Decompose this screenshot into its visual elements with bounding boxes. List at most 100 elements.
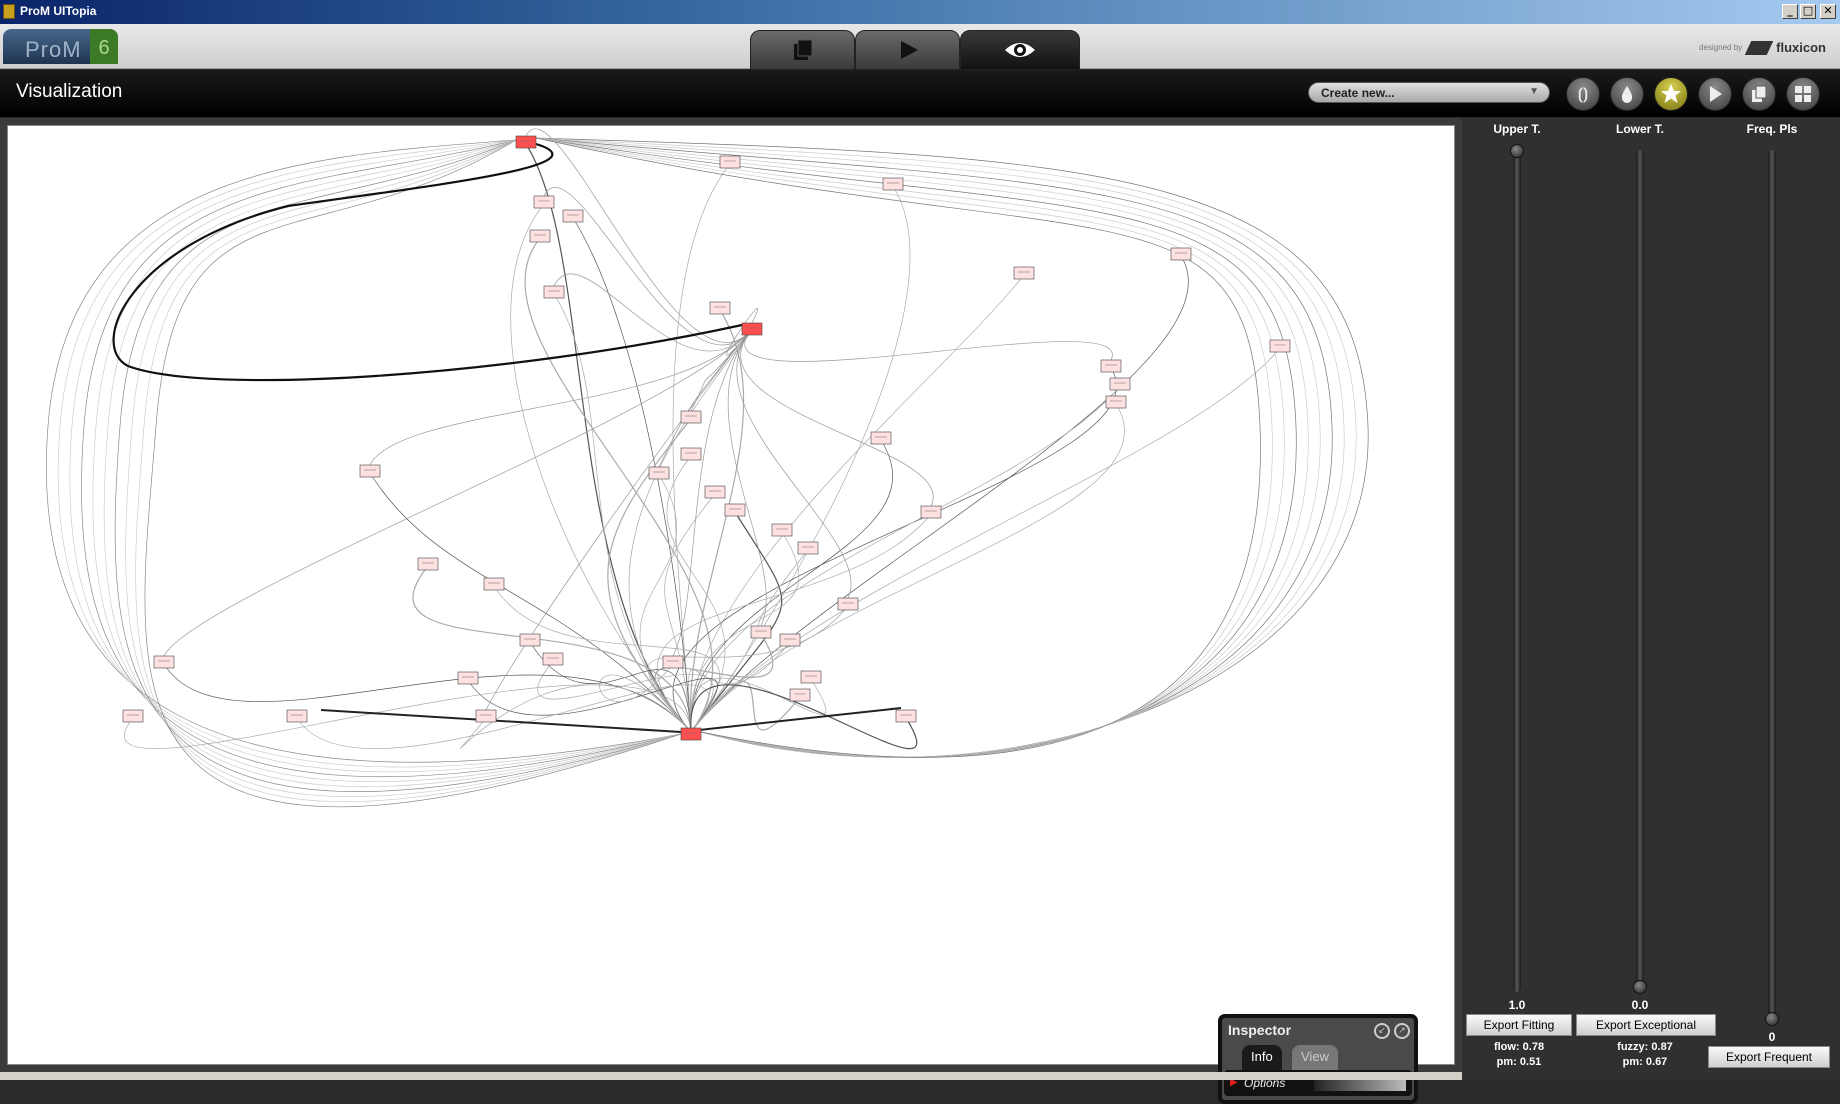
graph-node xyxy=(741,322,763,336)
graph-edge xyxy=(535,137,1369,758)
graph-node xyxy=(662,655,684,669)
graph-edge xyxy=(744,328,1113,362)
inspector-tab-info[interactable]: Info xyxy=(1242,1045,1282,1071)
slider-value: 1.0 xyxy=(1508,998,1526,1012)
grid-button[interactable] xyxy=(1786,77,1820,111)
tab-workspace[interactable] xyxy=(750,30,855,70)
page-title: Visualization xyxy=(16,81,123,102)
close-button[interactable]: ✕ xyxy=(1820,4,1836,19)
favorite-button[interactable] xyxy=(1654,77,1688,111)
chevron-down-icon: ▼ xyxy=(1529,86,1539,97)
logo-text: ProM xyxy=(25,37,82,62)
graph-node xyxy=(680,727,702,741)
create-new-label: Create new... xyxy=(1321,86,1395,100)
slider-knob[interactable] xyxy=(1765,1012,1779,1026)
graph-node xyxy=(417,557,439,571)
slider-knob[interactable] xyxy=(1633,980,1647,994)
graph-node xyxy=(709,301,731,315)
graph-edge xyxy=(525,143,692,733)
graph-node xyxy=(286,709,308,723)
designed-by-text: designed by xyxy=(1699,43,1743,52)
graph-node xyxy=(475,709,497,723)
window-title-bar: ProM UITopia _ □ ✕ xyxy=(0,0,1840,24)
tab-actions[interactable] xyxy=(855,30,960,70)
inspector-collapse-icon[interactable]: ↙ xyxy=(1374,1023,1390,1039)
graph-node xyxy=(680,410,702,424)
inspector-detach-icon[interactable]: ↗ xyxy=(1394,1023,1410,1039)
filter-side-panel: Upper T. 1.0 Lower T. 0.0 Freq. Pls 0 Ex… xyxy=(1462,118,1840,1080)
graph-node xyxy=(724,503,746,517)
slider-track[interactable] xyxy=(1768,150,1776,1024)
fluxicon-logo-icon xyxy=(1744,40,1774,55)
slider-label: Lower T. xyxy=(1615,122,1664,136)
process-graph[interactable] xyxy=(8,126,1455,1065)
graph-node xyxy=(562,209,584,223)
drop-button[interactable] xyxy=(1610,77,1644,111)
graph-node xyxy=(519,633,541,647)
maximize-button[interactable]: □ xyxy=(1800,4,1816,19)
graph-edge xyxy=(69,139,682,773)
star-icon xyxy=(1661,84,1681,103)
create-new-select[interactable]: Create new... ▼ xyxy=(1308,82,1550,103)
copy-button[interactable] xyxy=(1742,77,1776,111)
prom-logo: ProM 6 xyxy=(3,29,118,64)
graph-edge xyxy=(690,403,1125,733)
tab-views[interactable] xyxy=(960,30,1080,70)
slider-label: Freq. Pls xyxy=(1746,122,1798,136)
pm-metric-exceptional: pm: 0.67 xyxy=(1622,1056,1668,1068)
graph-node xyxy=(797,541,819,555)
graph-node xyxy=(750,625,772,639)
graph-node xyxy=(779,633,801,647)
lower-threshold-slider[interactable]: Lower T. 0.0 xyxy=(1585,118,1695,1078)
app-header: ProM 6 designed by fluxicon xyxy=(0,24,1840,70)
graph-edge xyxy=(103,139,682,787)
drop-icon xyxy=(1621,86,1633,103)
window-title: ProM UITopia xyxy=(20,4,97,18)
upper-threshold-slider[interactable]: Upper T. 1.0 xyxy=(1462,118,1572,1078)
grid-icon xyxy=(1795,86,1811,102)
dominant-edge xyxy=(112,142,743,382)
workspace-icon xyxy=(793,39,812,60)
graph-edge xyxy=(57,139,682,768)
graph-edge xyxy=(467,678,718,733)
graph-edge xyxy=(535,137,1321,758)
graph-node xyxy=(483,577,505,591)
graph-node xyxy=(895,709,917,723)
frequent-places-slider[interactable]: Freq. Pls 0 xyxy=(1717,118,1827,1078)
perspective-tabs xyxy=(750,30,1080,70)
graph-node xyxy=(359,464,381,478)
graph-node xyxy=(704,485,726,499)
export-frequent-button[interactable]: Export Frequent xyxy=(1708,1046,1830,1068)
play-button[interactable] xyxy=(1698,77,1732,111)
graph-node xyxy=(800,670,822,684)
inspector-tab-view[interactable]: View xyxy=(1292,1045,1338,1071)
slider-track[interactable] xyxy=(1513,150,1521,992)
graph-edge xyxy=(125,139,682,798)
graph-node xyxy=(648,466,670,480)
graph-edge xyxy=(535,137,1297,758)
graph-node xyxy=(1109,377,1131,391)
minimize-button[interactable]: _ xyxy=(1782,4,1798,19)
export-fitting-button[interactable]: Export Fitting xyxy=(1466,1014,1572,1036)
graph-edge xyxy=(535,137,1285,758)
graph-node xyxy=(1105,395,1127,409)
app-icon xyxy=(3,4,15,19)
graph-node xyxy=(122,709,144,723)
refresh-button[interactable]: ⟮⟯ xyxy=(1566,77,1600,111)
dominant-edge xyxy=(320,707,902,734)
graph-node xyxy=(515,135,537,149)
graph-node xyxy=(1013,266,1035,280)
process-graph-canvas[interactable] xyxy=(7,125,1455,1065)
graph-edge xyxy=(123,684,692,749)
export-exceptional-button[interactable]: Export Exceptional xyxy=(1576,1014,1716,1036)
slider-track[interactable] xyxy=(1636,150,1644,992)
view-toolbar: Visualization Create new... ▼ ⟮⟯ xyxy=(0,70,1840,117)
play-icon xyxy=(1710,86,1722,102)
inspector-panel: Inspector ↙ ↗ Info View ▶ Options xyxy=(1218,1014,1418,1104)
graph-node xyxy=(1269,339,1291,353)
graph-node xyxy=(457,671,479,685)
graph-node xyxy=(920,505,942,519)
graph-node xyxy=(789,688,811,702)
slider-knob[interactable] xyxy=(1510,144,1524,158)
brand-name: fluxicon xyxy=(1776,40,1826,55)
